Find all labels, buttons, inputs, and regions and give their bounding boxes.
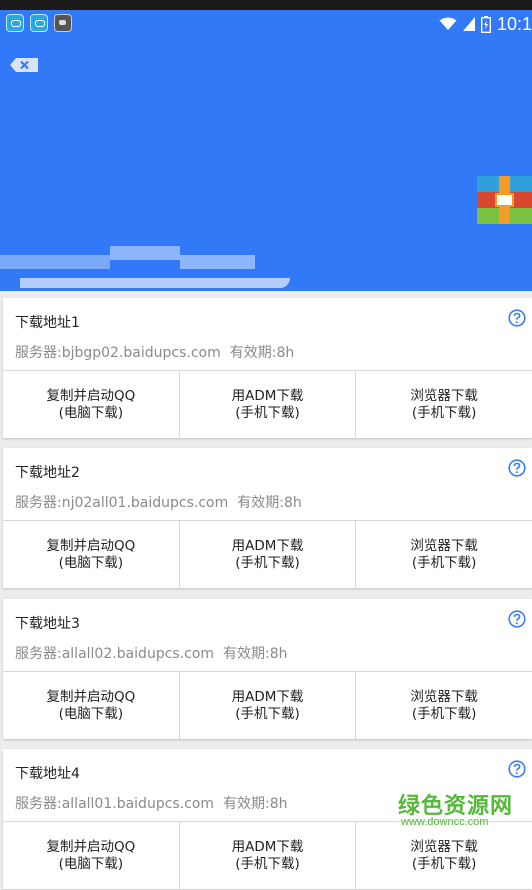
battery-icon	[480, 15, 491, 33]
status-bar: 10:1	[0, 10, 532, 38]
header-decoration	[0, 255, 110, 269]
action-label: 浏览器下载	[410, 839, 478, 855]
action-label: 用ADM下载	[231, 538, 304, 554]
card-actions: 复制并启动QQ (电脑下载) 用ADM下载 (手机下载) 浏览器下载 (手机下载…	[3, 370, 532, 439]
action-sublabel: (电脑下载)	[58, 555, 124, 571]
watermark-url: www.downcc.com	[401, 816, 489, 828]
cloud-app-icon	[6, 14, 24, 32]
action-sublabel: (手机下载)	[235, 706, 300, 722]
cloud-app-icon	[30, 14, 48, 32]
header-decoration	[110, 246, 180, 260]
browser-download-button[interactable]: 浏览器下载 (手机下载)	[356, 521, 532, 589]
card-actions: 复制并启动QQ (电脑下载) 用ADM下载 (手机下载) 浏览器下载 (手机下载…	[3, 520, 532, 589]
copy-launch-qq-button[interactable]: 复制并启动QQ (电脑下载)	[3, 371, 180, 439]
server-address: 服务器:allall01.baidupcs.com	[15, 796, 215, 812]
action-sublabel: (手机下载)	[411, 706, 477, 722]
adm-download-button[interactable]: 用ADM下载 (手机下载)	[180, 521, 357, 589]
server-info: 服务器:allall02.baidupcs.com 有效期:8h	[15, 643, 288, 663]
action-label: 浏览器下载	[410, 388, 478, 404]
action-sublabel: (手机下载)	[411, 405, 477, 421]
help-icon[interactable]	[508, 610, 526, 628]
card-title: 下载地址1	[15, 315, 80, 331]
watermark: 绿色资源网 www.downcc.com	[396, 788, 532, 840]
action-sublabel: (电脑下载)	[58, 405, 124, 421]
help-icon[interactable]	[508, 309, 526, 327]
header-decoration	[20, 278, 290, 288]
action-label: 复制并启动QQ	[46, 388, 136, 404]
expiry-label: 有效期:8h	[223, 796, 288, 812]
expiry-label: 有效期:8h	[237, 495, 302, 511]
server-info: 服务器:bjbgp02.baidupcs.com 有效期:8h	[15, 342, 294, 362]
copy-launch-qq-button[interactable]: 复制并启动QQ (电脑下载)	[3, 521, 180, 589]
copy-launch-qq-button[interactable]: 复制并启动QQ (电脑下载)	[3, 822, 180, 890]
action-sublabel: (手机下载)	[235, 555, 300, 571]
action-label: 浏览器下载	[410, 689, 478, 705]
copy-launch-qq-button[interactable]: 复制并启动QQ (电脑下载)	[3, 672, 180, 740]
close-icon[interactable]	[10, 58, 38, 72]
help-icon[interactable]	[508, 459, 526, 477]
download-card: 下载地址3 服务器:allall02.baidupcs.com 有效期:8h 复制…	[3, 599, 532, 740]
card-actions: 复制并启动QQ (电脑下载) 用ADM下载 (手机下载) 浏览器下载 (手机下载…	[3, 671, 532, 740]
server-address: 服务器:allall02.baidupcs.com	[15, 646, 215, 662]
browser-download-button[interactable]: 浏览器下载 (手机下载)	[356, 672, 532, 740]
download-card: 下载地址1 服务器:bjbgp02.baidupcs.com 有效期:8h 复制并…	[3, 298, 532, 439]
action-label: 复制并启动QQ	[46, 538, 136, 554]
gift-icon[interactable]	[477, 176, 532, 224]
adm-download-button[interactable]: 用ADM下载 (手机下载)	[180, 371, 357, 439]
help-icon[interactable]	[508, 760, 526, 778]
card-title: 下载地址3	[15, 616, 80, 632]
top-strip	[0, 0, 532, 10]
expiry-label: 有效期:8h	[223, 646, 288, 662]
action-label: 用ADM下载	[231, 839, 304, 855]
browser-download-button[interactable]: 浏览器下载 (手机下载)	[356, 371, 532, 439]
action-sublabel: (手机下载)	[235, 405, 300, 421]
app-header: 10:1	[0, 10, 532, 291]
server-info: 服务器:allall01.baidupcs.com 有效期:8h	[15, 793, 288, 813]
server-address: 服务器:nj02all01.baidupcs.com	[15, 495, 229, 511]
action-sublabel: (手机下载)	[235, 856, 300, 872]
download-card: 下载地址2 服务器:nj02all01.baidupcs.com 有效期:8h 复…	[3, 448, 532, 589]
expiry-label: 有效期:8h	[229, 345, 295, 361]
action-label: 用ADM下载	[231, 388, 304, 404]
status-time: 10:1	[496, 13, 532, 34]
header-decoration	[180, 255, 255, 269]
server-info: 服务器:nj02all01.baidupcs.com 有效期:8h	[15, 492, 302, 512]
signal-icon	[462, 17, 475, 31]
card-title: 下载地址2	[15, 465, 80, 481]
action-label: 浏览器下载	[410, 538, 478, 554]
adm-download-button[interactable]: 用ADM下载 (手机下载)	[180, 672, 357, 740]
adm-download-button[interactable]: 用ADM下载 (手机下载)	[180, 822, 357, 890]
action-sublabel: (电脑下载)	[58, 706, 124, 722]
wifi-icon	[439, 17, 457, 30]
action-label: 用ADM下载	[231, 689, 304, 705]
status-right: 10:1	[439, 12, 532, 36]
robot-app-icon	[54, 14, 72, 32]
action-sublabel: (手机下载)	[411, 856, 477, 872]
action-label: 复制并启动QQ	[46, 689, 136, 705]
action-sublabel: (手机下载)	[411, 555, 477, 571]
server-address: 服务器:bjbgp02.baidupcs.com	[15, 345, 221, 361]
action-sublabel: (电脑下载)	[58, 856, 124, 872]
action-label: 复制并启动QQ	[46, 839, 136, 855]
card-title: 下载地址4	[15, 766, 80, 782]
